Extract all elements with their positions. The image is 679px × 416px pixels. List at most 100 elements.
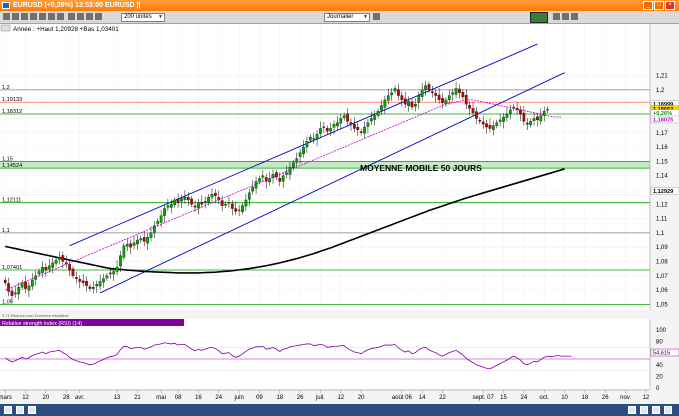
time-tick-label: oct. <box>539 395 549 401</box>
candle-body <box>169 204 173 208</box>
fibo-tool-icon[interactable] <box>95 13 102 20</box>
text-tool-icon[interactable] <box>86 13 93 20</box>
line-tool-icon[interactable] <box>77 13 84 20</box>
time-tick-label: sept. 07 <box>473 395 495 401</box>
candle-body <box>437 94 441 101</box>
candle-body <box>502 116 505 122</box>
rsi-value: 54,615 <box>653 351 670 357</box>
price-tick-label: 1,21 <box>656 74 668 80</box>
candle-body <box>447 95 451 101</box>
candle-body <box>54 259 58 264</box>
candle-body <box>298 152 302 157</box>
scroll-right-icon[interactable] <box>664 406 672 414</box>
chart-toolbar: 200 unités ▼ Journalier ▼ <box>0 11 679 24</box>
candle-body <box>75 277 78 279</box>
candle-body <box>295 158 299 163</box>
zoom-out-icon[interactable] <box>628 406 636 414</box>
candle-body <box>122 245 126 258</box>
time-tick-label: 28 <box>63 395 70 401</box>
candle-body <box>305 141 309 148</box>
candle-body <box>319 128 322 134</box>
rsi-panel <box>0 319 650 389</box>
start-icon[interactable] <box>4 406 12 414</box>
scroll-left-icon[interactable] <box>652 406 660 414</box>
candle-body <box>115 267 119 272</box>
candle-body <box>386 95 390 101</box>
level-label: 1,15 <box>2 156 13 162</box>
candle-body <box>220 200 224 206</box>
cursor-icon[interactable] <box>68 13 75 20</box>
settings-icon[interactable] <box>39 13 46 20</box>
panel-toggle-icon[interactable] <box>0 24 11 32</box>
candle-body <box>207 196 210 203</box>
menu-icon[interactable] <box>3 13 10 20</box>
chart-canvas[interactable]: 1,21,191331,183121,151,145241,121111,11,… <box>0 24 679 404</box>
candle-body <box>498 119 502 122</box>
candle-body <box>156 221 160 225</box>
maximize-icon[interactable]: □ <box>654 1 664 10</box>
indicator-icon[interactable] <box>30 13 37 20</box>
draw-icon[interactable] <box>12 13 19 20</box>
time-tick-label: 12 <box>643 395 650 401</box>
export-icon[interactable] <box>562 13 569 20</box>
candle-body <box>139 238 143 241</box>
candle-body <box>132 242 136 246</box>
candle-body <box>98 281 102 287</box>
zoom-icon[interactable] <box>21 13 28 20</box>
candle-body <box>247 192 251 200</box>
time-tick-label: 21 <box>134 395 141 401</box>
candle-body <box>366 122 370 127</box>
app-icon <box>2 2 10 9</box>
time-tick-label: 08 <box>175 395 182 401</box>
units-select[interactable]: 200 unités ▼ <box>121 13 165 22</box>
candle-body <box>200 202 204 205</box>
bottom-toolbar <box>0 404 679 416</box>
time-tick-label: 20 <box>43 395 50 401</box>
candle-body <box>166 205 170 208</box>
candle-body <box>190 198 193 205</box>
price-tick-label: 1,12 <box>656 202 668 208</box>
browser-icon[interactable] <box>28 406 36 414</box>
minimize-icon[interactable]: _ <box>643 1 653 10</box>
close-icon[interactable]: × <box>665 1 675 10</box>
rsi-tick-label: 100 <box>656 328 667 334</box>
candle-body <box>525 122 529 125</box>
candle-body <box>322 126 326 128</box>
print-icon[interactable] <box>48 13 55 20</box>
candle-body <box>522 112 526 122</box>
candle-body <box>176 199 180 203</box>
candle-body <box>119 255 122 267</box>
help-icon[interactable] <box>571 13 578 20</box>
zoom-in-icon[interactable] <box>640 406 648 414</box>
rsi-tick-label: 80 <box>656 340 663 346</box>
candle-body <box>414 104 417 107</box>
candle-body <box>24 281 27 289</box>
price-tick-label: 1,2 <box>656 88 665 94</box>
period-select[interactable]: Journalier ▼ <box>324 13 370 22</box>
time-tick-label: 14 <box>419 395 426 401</box>
candle-body <box>173 199 177 205</box>
candle-body <box>291 162 295 168</box>
candle-body <box>383 99 387 108</box>
refresh-icon[interactable] <box>553 13 560 20</box>
chart-type-icon[interactable] <box>373 13 380 20</box>
candle-body <box>58 257 61 260</box>
candle-body <box>78 279 82 282</box>
candle-body <box>478 120 482 122</box>
candle-body <box>3 279 7 284</box>
folder-icon[interactable] <box>16 406 24 414</box>
candle-body <box>529 121 533 125</box>
candle-body <box>349 122 353 125</box>
candle-body <box>519 109 522 115</box>
time-tick-label: 12 <box>337 395 344 401</box>
candle-body <box>108 272 112 275</box>
time-tick-label: 10 <box>561 395 568 401</box>
candle-body <box>210 194 214 198</box>
candle-body <box>129 243 132 248</box>
candle-body <box>302 146 305 155</box>
candle-body <box>430 91 434 93</box>
level-label: 1,1 <box>2 228 10 234</box>
save-icon[interactable] <box>57 13 64 20</box>
price-tick-label: 1,09 <box>656 245 668 251</box>
candle-body <box>339 118 343 124</box>
